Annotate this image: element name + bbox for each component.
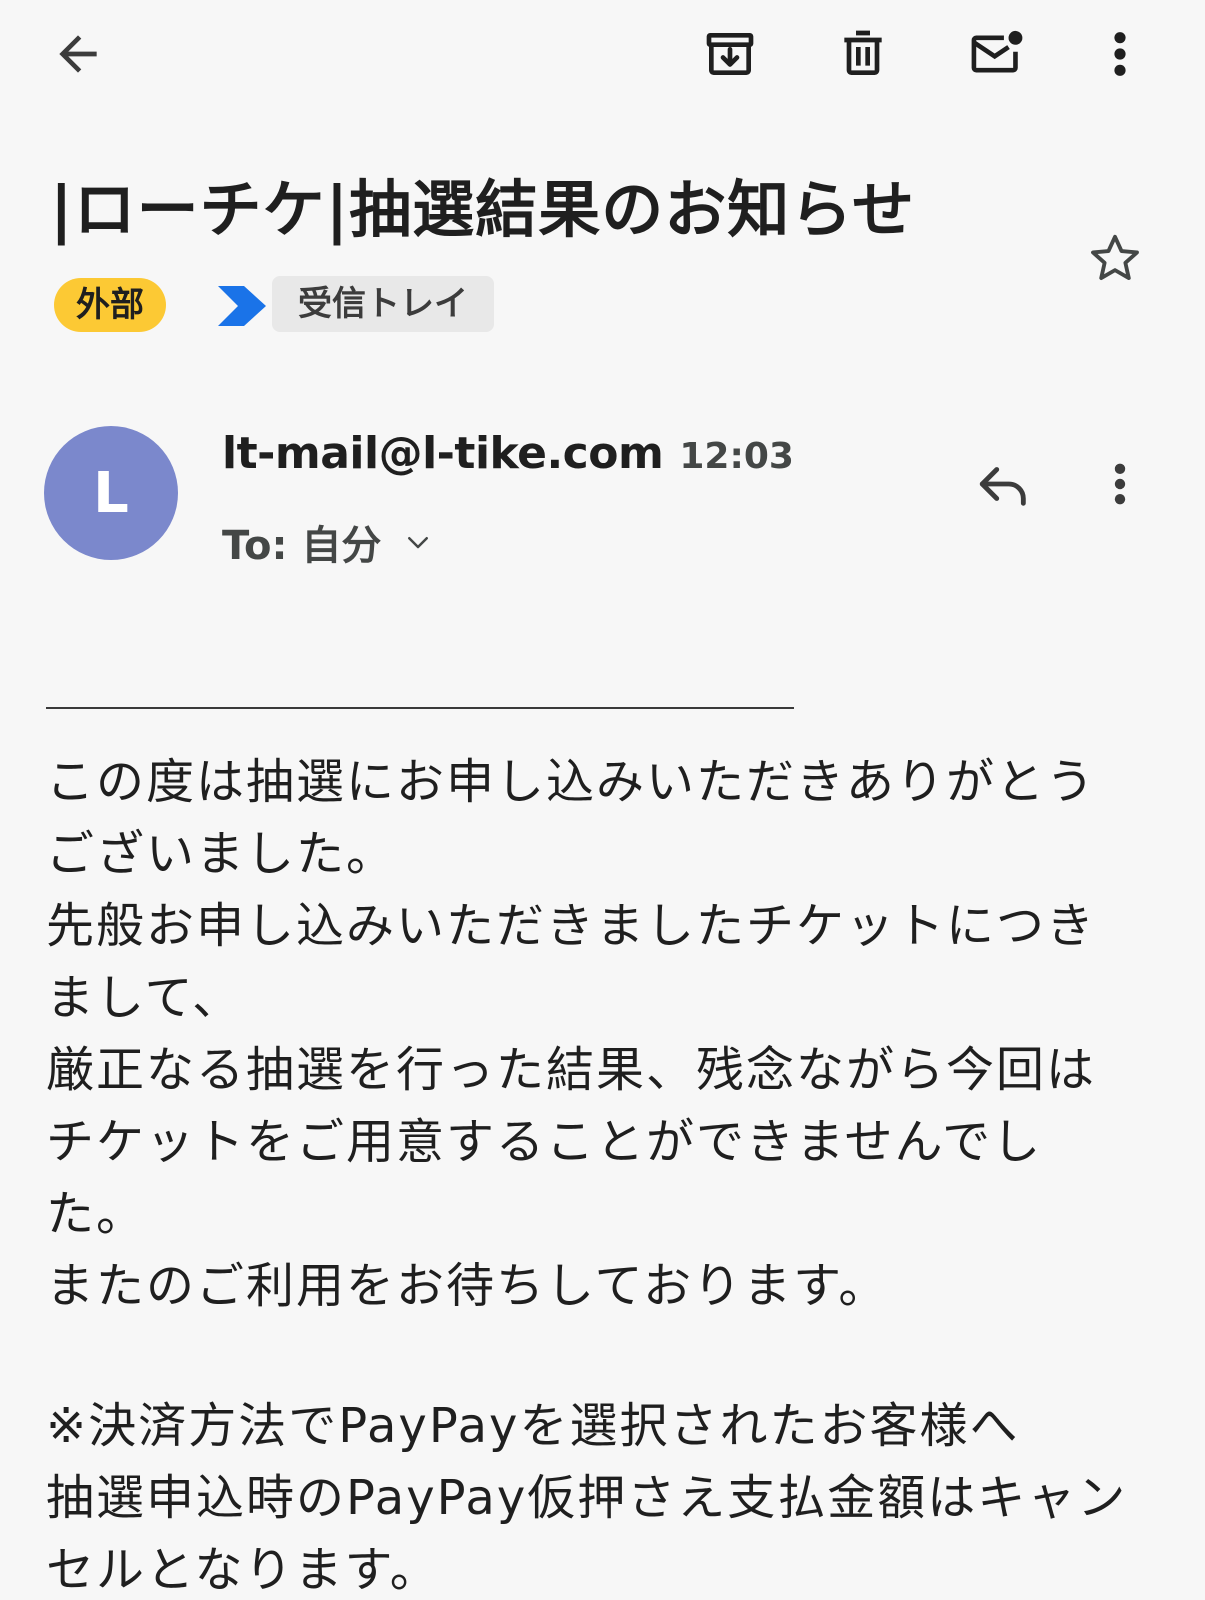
body-line: またのご利用をお待ちしております。 [46, 1258, 889, 1314]
back-arrow-icon [59, 35, 97, 73]
inbox-label-chip[interactable]: 受信トレイ [272, 276, 494, 332]
reply-button[interactable] [968, 448, 1040, 520]
reply-icon [979, 467, 1026, 506]
star-icon [1091, 234, 1139, 281]
body-line: 抽選申込時のPayPay仮押さえ支払金額はキャン [46, 1470, 1128, 1526]
archive-icon [706, 33, 754, 75]
body-line: チケットをご用意することができませんでし [46, 1114, 1043, 1170]
mark-unread-icon [971, 30, 1023, 73]
sender-address[interactable]: lt-mail@l-tike.com [222, 428, 664, 479]
sender-avatar[interactable]: L [44, 426, 178, 560]
message-more-button[interactable] [1094, 448, 1146, 520]
sent-time: 12:03 [679, 436, 794, 477]
email-view: |ローチケ|抽選結果のお知らせ 外部 受信トレイ L lt-mail@l-tik… [0, 0, 1205, 1600]
email-body: この度は抽選にお申し込みいただきありがとう ございました。 先般お申し込みいただ… [46, 746, 1128, 1600]
body-line: 先般お申し込みいただきましたチケットにつき [46, 898, 1097, 954]
trash-icon [844, 30, 882, 75]
mark-unread-button[interactable] [957, 14, 1037, 94]
body-line: この度は抽選にお申し込みいただきありがとう [46, 754, 1097, 810]
body-divider [46, 707, 794, 709]
more-vert-icon [1114, 463, 1126, 505]
body-line: セルとなります。 [46, 1542, 440, 1598]
back-button[interactable] [38, 14, 118, 94]
chevron-down-icon [403, 527, 433, 557]
body-line: まして、 [46, 970, 243, 1026]
more-vert-icon [1114, 32, 1126, 76]
more-options-button[interactable] [1090, 14, 1150, 94]
email-subject: |ローチケ|抽選結果のお知らせ [50, 173, 916, 246]
recipient-text: To: 自分 [222, 523, 382, 569]
body-line: ございました。 [46, 826, 397, 882]
body-line: ※決済方法でPayPayを選択されたお客様へ [46, 1398, 1020, 1454]
top-toolbar [0, 0, 1205, 110]
recipients-toggle[interactable]: To: 自分 [222, 512, 433, 572]
external-label-badge: 外部 [54, 278, 166, 332]
body-line: 厳正なる抽選を行った結果、残念ながら今回は [46, 1042, 1097, 1098]
avatar-letter: L [93, 460, 129, 526]
delete-button[interactable] [823, 14, 903, 94]
importance-marker-icon [218, 286, 266, 326]
sender-line: lt-mail@l-tike.com 12:03 [222, 428, 794, 492]
body-line: た。 [46, 1186, 147, 1242]
archive-button[interactable] [690, 14, 770, 94]
star-button[interactable] [1080, 224, 1150, 294]
